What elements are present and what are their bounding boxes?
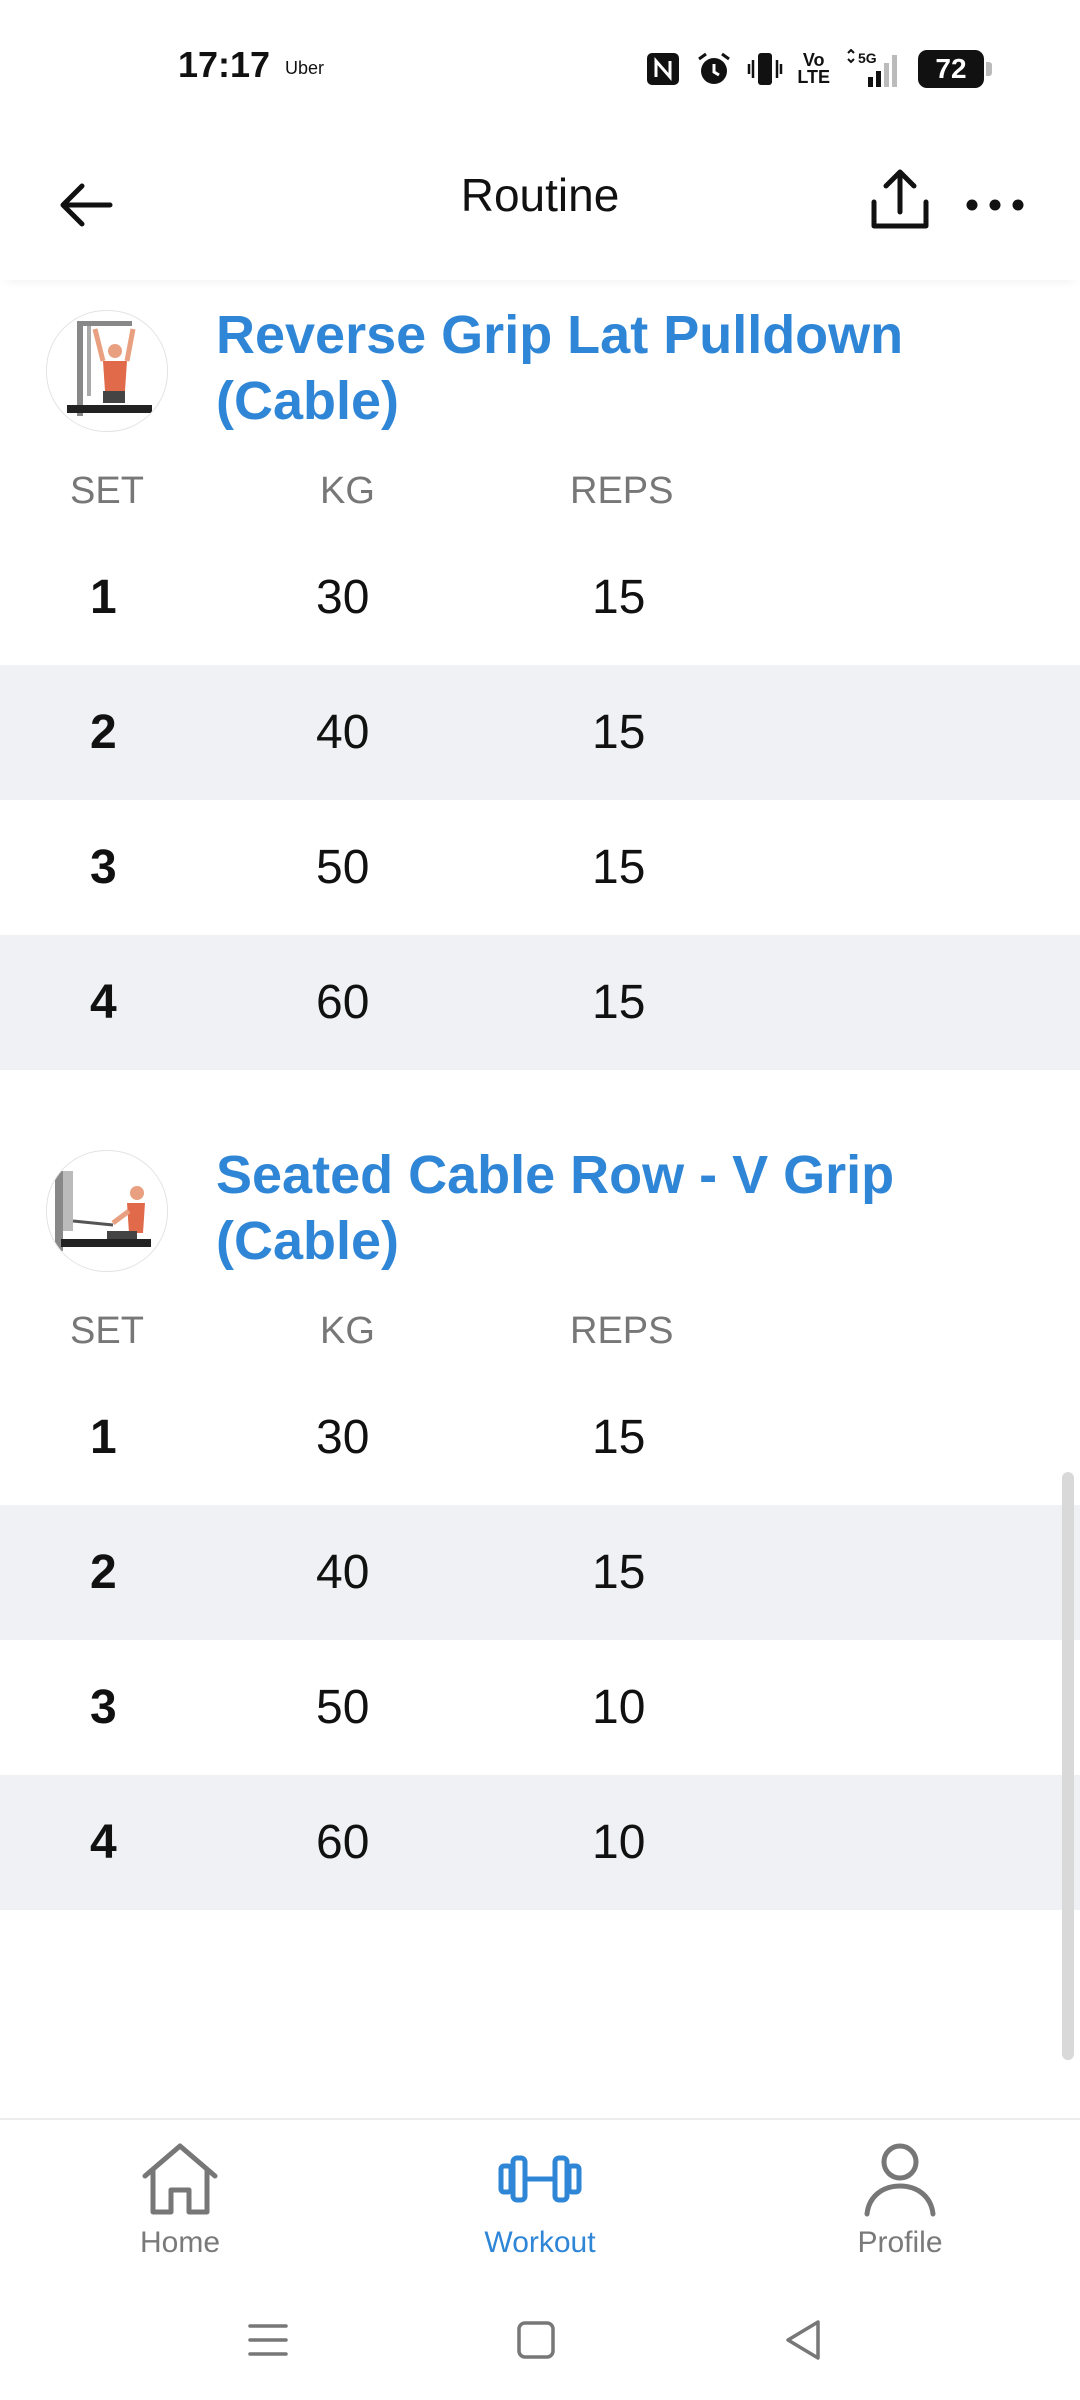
share-button[interactable] — [862, 162, 938, 238]
exercise-card: Seated Cable Row - V Grip (Cable) SET KG… — [0, 1142, 1080, 1910]
exercise-header[interactable]: Seated Cable Row - V Grip (Cable) — [0, 1142, 1080, 1292]
status-carrier: Uber — [285, 58, 325, 78]
signal-icon: 5G — [844, 49, 904, 89]
set-reps: 15 — [592, 1411, 646, 1464]
tab-workout-label: Workout — [484, 2226, 596, 2259]
exercise-thumbnail[interactable] — [46, 1150, 168, 1272]
set-row: 4 60 10 — [0, 1775, 1080, 1910]
share-icon — [871, 169, 929, 229]
set-row: 3 50 15 — [0, 800, 1080, 935]
set-row: 3 50 10 — [0, 1640, 1080, 1775]
set-reps: 15 — [592, 976, 646, 1029]
set-number: 3 — [90, 841, 117, 894]
set-row: 2 40 15 — [0, 1505, 1080, 1640]
set-number: 1 — [90, 571, 117, 624]
set-kg: 60 — [316, 976, 370, 1029]
tab-workout[interactable]: Workout — [430, 2138, 650, 2260]
set-kg: 50 — [316, 841, 370, 894]
more-options-button[interactable] — [960, 170, 1030, 240]
set-reps: 15 — [592, 1546, 646, 1599]
set-row: 1 30 15 — [0, 530, 1080, 665]
set-number: 2 — [90, 1546, 117, 1599]
tab-home-label: Home — [139, 2226, 221, 2259]
scrollbar[interactable] — [1062, 1472, 1074, 2060]
set-number: 1 — [90, 1411, 117, 1464]
vibrate-icon — [747, 50, 783, 88]
more-horizontal-icon — [966, 199, 1024, 211]
set-reps: 10 — [592, 1816, 646, 1869]
system-navigation-bar — [0, 2280, 1080, 2400]
set-number: 2 — [90, 706, 117, 759]
column-reps: REPS — [570, 1310, 674, 1352]
menu-lines-icon — [248, 2324, 288, 2356]
cable-row-illustration-icon — [55, 1171, 151, 1251]
alarm-icon — [695, 50, 733, 88]
person-icon — [864, 2143, 936, 2217]
set-reps: 15 — [592, 841, 646, 894]
column-set: SET — [70, 470, 144, 512]
set-kg: 30 — [316, 571, 370, 624]
set-number: 3 — [90, 1681, 117, 1734]
exercise-title[interactable]: Reverse Grip Lat Pulldown (Cable) — [216, 302, 1016, 434]
triangle-back-icon — [786, 2320, 820, 2360]
exercise-thumbnail[interactable] — [46, 310, 168, 432]
set-kg: 50 — [316, 1681, 370, 1734]
column-kg: KG — [320, 1310, 375, 1352]
svg-text:5G: 5G — [858, 50, 877, 66]
exercise-header[interactable]: Reverse Grip Lat Pulldown (Cable) — [0, 302, 1080, 452]
set-kg: 60 — [316, 1816, 370, 1869]
set-reps: 15 — [592, 706, 646, 759]
status-bar: 17:17 Uber Vo LTE 5G 72 — [0, 0, 1080, 140]
set-row: 2 40 15 — [0, 665, 1080, 800]
app-header: Routine — [0, 140, 1080, 280]
set-reps: 15 — [592, 571, 646, 624]
lat-pulldown-illustration-icon — [67, 321, 152, 416]
set-kg: 30 — [316, 1411, 370, 1464]
square-icon — [517, 2321, 555, 2359]
sets-column-headers: SET KG REPS — [0, 452, 1080, 530]
set-row: 1 30 15 — [0, 1370, 1080, 1505]
status-time: 17:17 — [178, 44, 271, 85]
set-reps: 10 — [592, 1681, 646, 1734]
sets-column-headers: SET KG REPS — [0, 1292, 1080, 1370]
tab-profile[interactable]: Profile — [790, 2138, 1010, 2260]
volte-bottom-label: LTE — [797, 67, 830, 87]
exercise-title[interactable]: Seated Cable Row - V Grip (Cable) — [216, 1142, 1016, 1274]
home-system-button[interactable] — [506, 2310, 566, 2370]
tab-profile-label: Profile — [857, 2226, 943, 2259]
bottom-navigation: Home Workout Profile — [0, 2118, 1080, 2280]
nfc-icon — [645, 51, 681, 87]
dumbbell-icon — [498, 2155, 582, 2203]
volte-icon: Vo LTE — [797, 51, 830, 87]
tab-home[interactable]: Home — [70, 2138, 290, 2260]
recents-button[interactable] — [238, 2310, 298, 2370]
status-icons: Vo LTE 5G 72 — [645, 46, 992, 92]
back-system-button[interactable] — [774, 2310, 834, 2370]
set-row: 4 60 15 — [0, 935, 1080, 1070]
exercise-card: Reverse Grip Lat Pulldown (Cable) SET KG… — [0, 302, 1080, 1070]
set-number: 4 — [90, 976, 117, 1029]
column-kg: KG — [320, 470, 375, 512]
battery-icon: 72 — [918, 50, 992, 88]
set-kg: 40 — [316, 706, 370, 759]
set-kg: 40 — [316, 1546, 370, 1599]
column-set: SET — [70, 1310, 144, 1352]
set-number: 4 — [90, 1816, 117, 1869]
home-icon — [142, 2143, 218, 2215]
column-reps: REPS — [570, 470, 674, 512]
